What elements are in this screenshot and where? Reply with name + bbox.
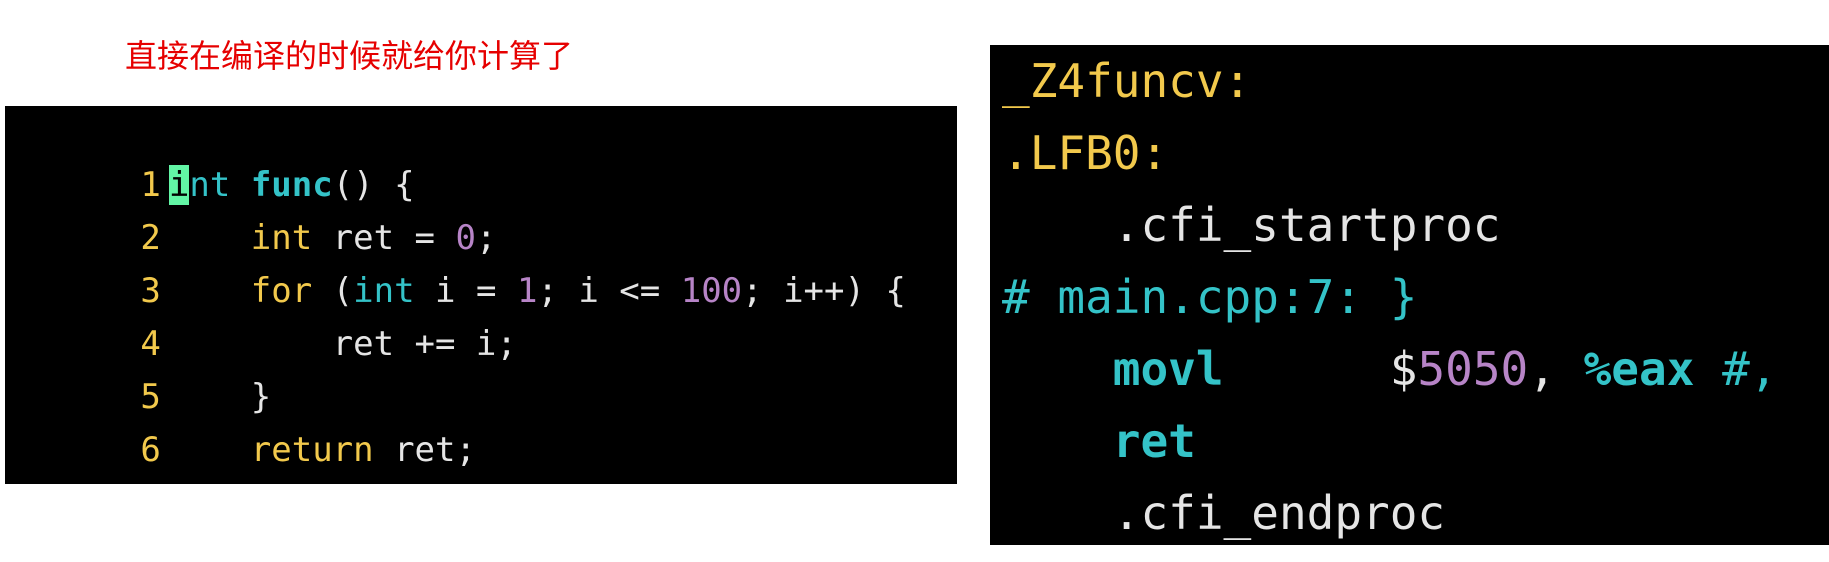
code-line-5: 5 } [5, 318, 271, 417]
code-line-1: 1 int func() { [5, 106, 415, 205]
code-line-3: 3 for (int i = 1; i <= 100; i++) { [5, 212, 906, 311]
code-line-4: 4 ret += i; [5, 265, 516, 364]
asm-cfi-startproc: .cfi_startproc [1002, 198, 1501, 252]
source-code-editor[interactable]: 1 int func() { 2 int ret = 0; 3 for (int … [5, 106, 957, 484]
line-number: 7 [87, 477, 169, 484]
code-line-7: 7} [5, 424, 189, 484]
asm-immediate-value: 5050 [1417, 342, 1529, 396]
caption-text: 直接在编译的时候就给你计算了 [125, 37, 574, 75]
asm-cfi-endproc: .cfi_endproc [1002, 486, 1446, 540]
asm-movl-instruction: movl $5050, %eax #, [1112, 342, 1778, 396]
asm-label-func: _Z4funcv: [1002, 54, 1252, 108]
code-line-2: 2 int ret = 0; [5, 159, 496, 258]
code-line-6: 6 return ret; [5, 371, 476, 470]
asm-label-lfb0: .LFB0: [1002, 126, 1169, 180]
assembly-output-panel: _Z4funcv: .LFB0: .cfi_startproc # main.c… [990, 45, 1829, 545]
asm-comment: # main.cpp:7: } [1002, 270, 1418, 324]
asm-ret-instruction: ret [1112, 414, 1196, 468]
